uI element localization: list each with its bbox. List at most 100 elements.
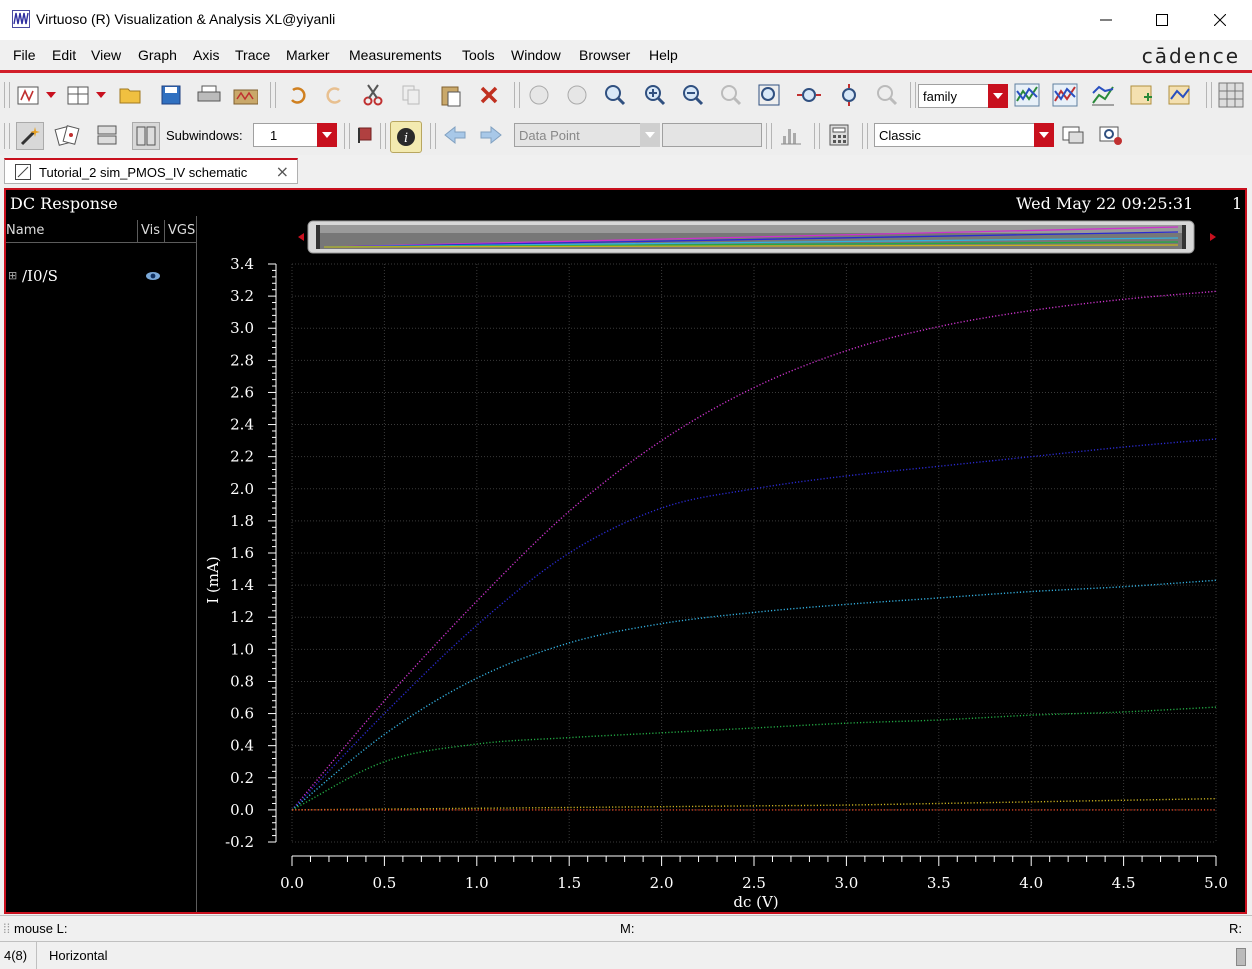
flag-icon[interactable]	[352, 122, 378, 148]
fit-icon[interactable]	[756, 82, 782, 108]
menu-edit[interactable]: Edit	[52, 47, 76, 63]
x-tick-label: 2.5	[742, 874, 766, 892]
grid-toggle-icon[interactable]	[1218, 82, 1244, 108]
preview-style-icon[interactable]	[1098, 122, 1124, 148]
zoom-icon[interactable]	[602, 82, 628, 108]
legend-row[interactable]: ⊞ /I0/S	[6, 266, 196, 288]
calculator-icon[interactable]	[826, 122, 852, 148]
menu-browser[interactable]: Browser	[579, 47, 630, 63]
menu-window[interactable]: Window	[511, 47, 561, 63]
legend-col-vis: Vis	[141, 223, 160, 238]
redo-icon[interactable]	[322, 82, 348, 108]
chevron-down-icon[interactable]	[640, 123, 660, 147]
overview-right-handle[interactable]	[1182, 225, 1186, 249]
subwindows-label: Subwindows:	[166, 128, 243, 143]
family-settings-icon[interactable]	[1166, 82, 1192, 108]
stack-vertical-icon[interactable]	[132, 122, 160, 150]
menu-trace[interactable]: Trace	[235, 47, 270, 63]
chevron-down-icon[interactable]	[1034, 123, 1054, 147]
family-combo[interactable]: family	[918, 84, 1008, 108]
family-combo-value: family	[923, 89, 957, 104]
family-stack-icon[interactable]	[1052, 82, 1078, 108]
add-family-icon[interactable]	[1128, 82, 1154, 108]
zoom-x-icon[interactable]	[718, 82, 744, 108]
delete-icon[interactable]	[476, 82, 502, 108]
menu-measurements[interactable]: Measurements	[349, 47, 442, 63]
cards-icon[interactable]	[54, 122, 80, 148]
zoom-in-icon[interactable]	[642, 82, 668, 108]
y-tick-label: 0.4	[230, 737, 254, 755]
chevron-down-icon[interactable]	[317, 123, 337, 147]
trace-line-3[interactable]	[291, 706, 1217, 811]
menu-tools[interactable]: Tools	[462, 47, 495, 63]
expand-icon[interactable]: ⊞	[8, 269, 17, 282]
menu-marker[interactable]: Marker	[286, 47, 330, 63]
new-subwindow-icon[interactable]	[66, 82, 92, 108]
y-tick-label: 2.2	[230, 448, 254, 466]
minimize-button[interactable]	[1083, 4, 1129, 36]
save-icon[interactable]	[158, 82, 184, 108]
subwindows-combo[interactable]: 1	[253, 123, 337, 147]
style-combo-value: Classic	[879, 128, 921, 143]
copy-icon[interactable]	[398, 82, 424, 108]
close-button[interactable]	[1197, 4, 1243, 36]
menu-file[interactable]: File	[13, 47, 36, 63]
y-tick-label: 3.2	[230, 287, 254, 305]
select-wand-icon[interactable]	[16, 122, 44, 150]
menu-help[interactable]: Help	[649, 47, 678, 63]
maximize-button[interactable]	[1139, 4, 1185, 36]
print-graph-icon[interactable]	[232, 82, 258, 108]
main-toolbar: family	[0, 73, 1252, 118]
undo-icon[interactable]	[284, 82, 310, 108]
next-point-icon[interactable]	[478, 122, 504, 148]
paste-icon[interactable]	[438, 82, 464, 108]
info-icon[interactable]: i	[390, 121, 422, 153]
zoom-fit-y-icon[interactable]	[836, 82, 862, 108]
tab-label: Tutorial_2 sim_PMOS_IV schematic	[39, 165, 248, 180]
new-window-dropdown-icon[interactable]	[44, 82, 58, 108]
overview-right-arrow-icon[interactable]	[1210, 233, 1216, 241]
style-combo[interactable]: Classic	[874, 123, 1054, 147]
zoom-fit-x-icon[interactable]	[796, 82, 822, 108]
prev-point-icon[interactable]	[442, 122, 468, 148]
menu-graph[interactable]: Graph	[138, 47, 177, 63]
print-icon[interactable]	[196, 82, 222, 108]
nav-forward-icon[interactable]	[564, 82, 590, 108]
family-strip-icon[interactable]	[1014, 82, 1040, 108]
overview-left-handle[interactable]	[316, 225, 320, 249]
family-split-icon[interactable]	[1090, 82, 1116, 108]
tab-schematic[interactable]: Tutorial_2 sim_PMOS_IV schematic ×	[4, 158, 298, 184]
trace-line-2[interactable]	[291, 579, 1217, 811]
y-tick-label: 2.4	[230, 416, 254, 434]
stack-horizontal-icon[interactable]	[94, 122, 120, 148]
footer-bar: 4(8) Horizontal	[0, 941, 1252, 969]
x-tick-label: 5.0	[1204, 874, 1228, 892]
datapoint-combo[interactable]: Data Point	[514, 123, 660, 147]
open-folder-icon[interactable]	[118, 82, 144, 108]
bar-chart-icon[interactable]	[778, 122, 804, 148]
cut-icon[interactable]	[360, 82, 386, 108]
iv-curve-plot[interactable]: -0.2 0.0 0.2 0.4 0.6 0.8 1.0 1.2 1.4 1.6 1.8 2.0 2.2…	[196, 250, 1236, 912]
x-tick-label: 4.0	[1019, 874, 1043, 892]
schematic-tab-icon	[15, 164, 31, 180]
menu-axis[interactable]: Axis	[193, 47, 219, 63]
datapoint-value-field[interactable]	[662, 123, 762, 147]
x-tick-label: 3.5	[927, 874, 951, 892]
zoom-out-icon[interactable]	[680, 82, 706, 108]
overview-strip[interactable]	[294, 220, 1220, 254]
zoom-disabled-icon[interactable]	[874, 82, 900, 108]
new-subwindow-dropdown-icon[interactable]	[94, 82, 108, 108]
nav-back-icon[interactable]	[526, 82, 552, 108]
apply-style-icon[interactable]	[1060, 122, 1086, 148]
chevron-down-icon[interactable]	[988, 84, 1008, 108]
y-tick-label: 3.4	[230, 255, 254, 273]
mouse-mid-status: M:	[620, 921, 635, 936]
overview-left-arrow-icon[interactable]	[298, 233, 304, 241]
new-window-icon[interactable]	[16, 82, 42, 108]
menu-view[interactable]: View	[91, 47, 121, 63]
visibility-eye-icon[interactable]	[145, 270, 161, 282]
tab-close-icon[interactable]: ×	[276, 162, 289, 181]
resize-grip[interactable]	[1236, 948, 1246, 966]
graph-window[interactable]: DC Response Wed May 22 09:25:31 1 Name V…	[4, 188, 1247, 914]
x-tick-label: 0.5	[372, 874, 396, 892]
